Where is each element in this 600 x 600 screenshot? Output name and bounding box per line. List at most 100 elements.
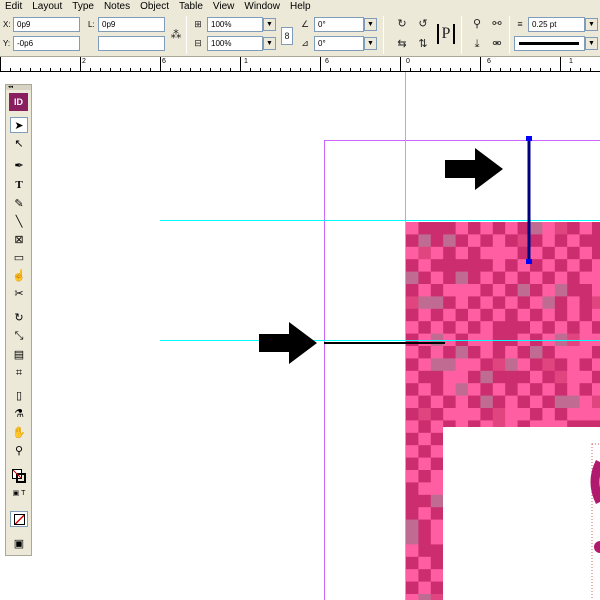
shear-dropdown[interactable]: ▼: [364, 37, 377, 50]
checker-cell: [492, 222, 506, 235]
document-canvas[interactable]: [160, 72, 600, 600]
stroke-type-field[interactable]: [514, 36, 585, 51]
panel-grip[interactable]: ◂◂: [6, 85, 31, 90]
rotate-field[interactable]: 0°: [314, 17, 364, 32]
checker-cell: [406, 494, 419, 508]
checker-cell: [430, 395, 444, 409]
scale-y-field[interactable]: 100%: [207, 36, 263, 51]
menu-object[interactable]: Object: [135, 0, 174, 13]
pen-tool-icon[interactable]: ✒: [10, 158, 28, 174]
checker-cell: [406, 532, 419, 545]
menu-notes[interactable]: Notes: [99, 0, 135, 13]
menu-type[interactable]: Type: [67, 0, 99, 13]
checker-cell: [443, 370, 457, 384]
rotate-ccw-icon[interactable]: ↺: [416, 17, 430, 31]
ruler-label: 1: [244, 58, 248, 65]
rotate-cw-icon[interactable]: ↻: [395, 17, 409, 31]
free-transform-tool-icon[interactable]: ⌗: [10, 365, 28, 381]
rotate-angle-icon: ∠: [300, 19, 310, 29]
stroke-type-dropdown[interactable]: ▼: [585, 37, 598, 50]
menu-view[interactable]: View: [208, 0, 240, 13]
checker-cell: [505, 284, 519, 297]
checker-cell: [468, 284, 481, 297]
checker-cell: [455, 234, 469, 248]
checker-cell: [418, 321, 432, 335]
type-tool-icon[interactable]: T: [10, 177, 28, 193]
zoom-tool-icon[interactable]: ⚲: [10, 443, 28, 459]
screen-mode-icon[interactable]: ▣: [10, 536, 28, 552]
scale-y-dropdown[interactable]: ▼: [263, 37, 276, 50]
checker-cell: [418, 445, 432, 459]
select-next-icon[interactable]: ⚮: [490, 37, 504, 51]
checker-cell: [579, 358, 593, 372]
reference-point-icon[interactable]: ⁂: [169, 28, 183, 42]
rotate-tool-icon[interactable]: ↻: [10, 310, 28, 326]
checker-cell: [443, 308, 457, 322]
checker-cell: [418, 259, 432, 273]
menu-help[interactable]: Help: [285, 0, 316, 13]
checker-cell: [406, 296, 419, 310]
hand-tool-icon[interactable]: ✋: [10, 425, 28, 441]
checker-cell: [530, 246, 543, 260]
fill-stroke-icon[interactable]: [10, 467, 28, 483]
select-container-icon[interactable]: ⚲: [470, 17, 484, 31]
menu-table[interactable]: Table: [174, 0, 208, 13]
checker-cell: [530, 296, 543, 310]
formatting-affects-icon[interactable]: ▣ T: [10, 489, 28, 499]
gradient-tool-icon[interactable]: ▤: [10, 347, 28, 363]
checker-cell: [579, 408, 593, 421]
x-field[interactable]: 0p9: [13, 17, 80, 32]
note-tool-icon[interactable]: ▯: [10, 388, 28, 404]
pencil-tool-icon[interactable]: ✎: [10, 196, 28, 212]
checker-cell: [443, 346, 457, 359]
eyedropper-tool-icon[interactable]: ⚗: [10, 406, 28, 422]
flip-vertical-icon[interactable]: ⇅: [416, 37, 430, 51]
checker-cell: [406, 408, 419, 421]
checker-cell: [505, 222, 519, 235]
menu-window[interactable]: Window: [239, 0, 285, 13]
checker-cell: [530, 383, 543, 397]
h-field[interactable]: [98, 36, 165, 51]
scissors-tool-icon[interactable]: ✂: [10, 286, 28, 302]
checker-cell: [468, 383, 481, 397]
stroke-weight-dropdown[interactable]: ▼: [585, 18, 598, 31]
y-field[interactable]: -0p6: [13, 36, 80, 51]
checker-cell: [430, 271, 444, 285]
button-tool-icon[interactable]: ☝: [10, 268, 28, 284]
select-content-icon[interactable]: ⤓: [470, 37, 484, 51]
checker-cell: [406, 259, 419, 273]
checker-cell: [480, 346, 494, 359]
horizontal-ruler[interactable]: 2 6 1 6 0 6 1: [0, 57, 600, 72]
stroke-weight-field[interactable]: 0.25 pt: [528, 17, 585, 32]
checker-cell: [406, 507, 419, 521]
checker-cell: [592, 271, 600, 285]
checker-cell: [430, 457, 444, 471]
rectangle-frame-tool-icon[interactable]: ⊠: [10, 232, 28, 248]
checker-cell: [579, 383, 593, 397]
line-tool-icon[interactable]: ╲: [10, 214, 28, 230]
scale-tool-icon[interactable]: ⤡: [10, 328, 28, 344]
rotate-dropdown[interactable]: ▼: [364, 18, 377, 31]
selection-tool-icon[interactable]: ➤: [10, 117, 28, 133]
checker-cell: [505, 408, 519, 421]
select-previous-icon[interactable]: ⚯: [490, 17, 504, 31]
checker-cell: [418, 432, 432, 446]
shear-field[interactable]: 0°: [314, 36, 364, 51]
checker-cell: [418, 494, 432, 508]
constrain-proportions-icon[interactable]: 8: [281, 27, 293, 45]
apply-none-icon[interactable]: [10, 511, 28, 527]
flip-horizontal-icon[interactable]: ⇆: [395, 37, 409, 51]
rectangle-tool-icon[interactable]: ▭: [10, 250, 28, 266]
text-direction-icon[interactable]: P: [437, 24, 455, 44]
l-field[interactable]: 0p9: [98, 17, 165, 32]
checker-cell: [567, 370, 581, 384]
checker-cell: [517, 395, 531, 409]
x-label: X:: [3, 20, 11, 29]
direct-selection-tool-icon[interactable]: ↖: [10, 136, 28, 152]
y-label: Y:: [3, 39, 11, 48]
menu-edit[interactable]: Edit: [0, 0, 27, 13]
scale-x-dropdown[interactable]: ▼: [263, 18, 276, 31]
scale-x-field[interactable]: 100%: [207, 17, 263, 32]
menu-layout[interactable]: Layout: [27, 0, 67, 13]
checker-cell: [480, 234, 494, 248]
